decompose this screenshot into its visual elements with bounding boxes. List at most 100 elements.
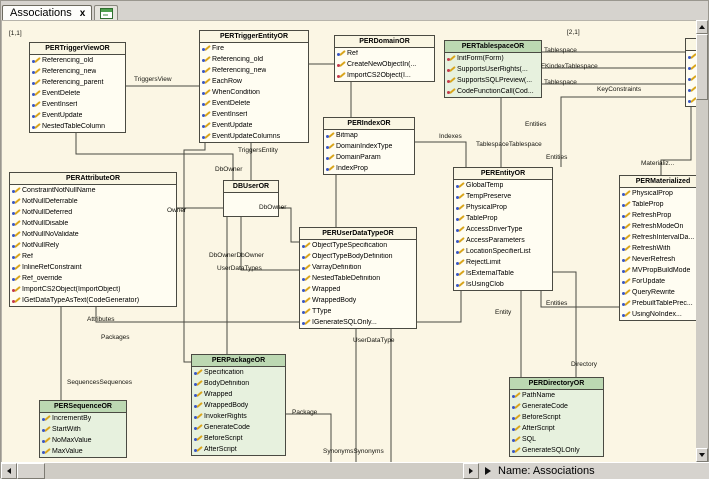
attribute-row[interactable]: EventInsert xyxy=(30,99,125,110)
entity-box-dbuser[interactable]: DBUserOR xyxy=(223,180,279,217)
tab-close-icon[interactable]: x xyxy=(80,9,86,18)
vertical-scrollbar[interactable] xyxy=(696,20,708,462)
attribute-row[interactable]: Ref_override xyxy=(10,273,176,284)
attribute-row[interactable]: RefreshWith xyxy=(620,243,698,254)
attribute-row[interactable]: IncrementBy xyxy=(40,413,126,424)
attribute-row[interactable]: IsExternalTable xyxy=(454,268,552,279)
entity-box-domain[interactable]: PERDomainORRefCreateNewObjectIn(...Impor… xyxy=(334,35,435,82)
attribute-row[interactable]: Ref xyxy=(10,251,176,262)
entity-box-attribute[interactable]: PERAttributeORConstraintNotNullNameNotNu… xyxy=(9,172,177,307)
attribute-row[interactable]: NestedTableColumn xyxy=(30,121,125,132)
attribute-row[interactable]: IGetDataTypeAsText(CodeGenerator) xyxy=(10,295,176,306)
scroll-up-button[interactable] xyxy=(696,20,708,34)
attribute-row[interactable]: NotNullRely xyxy=(10,240,176,251)
attribute-row[interactable]: InlineRefConstraint xyxy=(10,262,176,273)
attribute-row[interactable]: BeforeScript xyxy=(192,433,285,444)
attribute-row[interactable]: Fire xyxy=(200,43,308,54)
entity-box-sequence[interactable]: PERSequenceORIncrementByStartWithNoMaxVa… xyxy=(39,400,127,458)
attribute-row[interactable]: Bitmap xyxy=(324,130,414,141)
attribute-row[interactable]: Wrapped xyxy=(192,389,285,400)
attribute-row[interactable]: Ref xyxy=(335,48,434,59)
attribute-row[interactable]: AfterScript xyxy=(510,423,603,434)
attribute-row[interactable]: Wrapped xyxy=(300,284,416,295)
attribute-row[interactable]: UsingNoIndex... xyxy=(620,309,698,320)
attribute-row[interactable]: Specification xyxy=(192,367,285,378)
attribute-row[interactable]: RejectLimit xyxy=(454,257,552,268)
status-expand-icon[interactable] xyxy=(485,467,491,475)
horizontal-scroll-thumb[interactable] xyxy=(17,463,45,479)
attribute-row[interactable]: ImportCS2Object(I... xyxy=(335,70,434,81)
entity-box-trigger-entity[interactable]: PERTriggerEntityORFireReferencing_oldRef… xyxy=(199,30,309,143)
entity-box-directory[interactable]: PERDirectoryORPathNameGenerateCodeBefore… xyxy=(509,377,604,457)
attribute-row[interactable]: BodyDefinition xyxy=(192,378,285,389)
scroll-down-button[interactable] xyxy=(696,448,708,462)
attribute-row[interactable]: IndexProp xyxy=(324,163,414,174)
attribute-row[interactable]: CodeFunctionCall(Cod... xyxy=(445,86,541,97)
attribute-row[interactable]: PathName xyxy=(510,390,603,401)
attribute-row[interactable]: InvokerRights xyxy=(192,411,285,422)
attribute-row[interactable]: LocationSpecifierList xyxy=(454,246,552,257)
attribute-row[interactable]: NotNullNoValidate xyxy=(10,229,176,240)
attribute-row[interactable]: EventUpdateColumns xyxy=(200,131,308,142)
attribute-row[interactable]: SupportsUserRights(... xyxy=(445,64,541,75)
attribute-row[interactable]: ForUpdate xyxy=(620,276,698,287)
entity-box-trigger-view[interactable]: PERTriggerViewORReferencing_oldReferenci… xyxy=(29,42,126,133)
attribute-row[interactable]: SQL xyxy=(510,434,603,445)
attribute-row[interactable]: AccessDriverType xyxy=(454,224,552,235)
attribute-row[interactable]: PhysicalProp xyxy=(454,202,552,213)
association-line[interactable] xyxy=(561,97,685,167)
attribute-row[interactable]: EventInsert xyxy=(200,109,308,120)
entity-box-userdatatype[interactable]: PERUserDataTypeORObjectTypeSpecification… xyxy=(299,227,417,329)
attribute-row[interactable]: AccessParameters xyxy=(454,235,552,246)
horizontal-scrollbar[interactable] xyxy=(1,463,479,479)
attribute-row[interactable]: EventDelete xyxy=(30,88,125,99)
tab-new-diagram[interactable] xyxy=(94,5,118,20)
attribute-row[interactable]: NotNullDeferrable xyxy=(10,196,176,207)
entity-box-entity[interactable]: PEREntityORGlobalTempTempPreservePhysica… xyxy=(453,167,553,291)
attribute-row[interactable]: PhysicalProp xyxy=(620,188,698,199)
attribute-row[interactable]: WhenCondition xyxy=(200,87,308,98)
attribute-row[interactable]: IGenerateSQLOnly... xyxy=(300,317,416,328)
attribute-row[interactable]: TType xyxy=(300,306,416,317)
vertical-scroll-thumb[interactable] xyxy=(696,34,708,100)
attribute-row[interactable]: EachRow xyxy=(200,76,308,87)
vertical-scroll-track[interactable] xyxy=(696,100,708,448)
entity-box-materialized[interactable]: PERMaterializedPhysicalPropTablePropRefr… xyxy=(619,175,698,321)
attribute-row[interactable]: BeforeScript xyxy=(510,412,603,423)
attribute-row[interactable]: StartWith xyxy=(40,424,126,435)
attribute-row[interactable]: GenerateCode xyxy=(510,401,603,412)
attribute-row[interactable]: MVPropBuildMode xyxy=(620,265,698,276)
attribute-row[interactable]: GlobalTemp xyxy=(454,180,552,191)
association-line[interactable] xyxy=(184,141,205,362)
attribute-row[interactable]: RefreshProp xyxy=(620,210,698,221)
attribute-row[interactable]: RefreshIntervalDa... xyxy=(620,232,698,243)
attribute-row[interactable]: DomainParam xyxy=(324,152,414,163)
attribute-row[interactable]: EventDelete xyxy=(200,98,308,109)
attribute-row[interactable]: Referencing_parent xyxy=(30,77,125,88)
attribute-row[interactable]: TableProp xyxy=(454,213,552,224)
attribute-row[interactable]: ObjectTypeSpecification xyxy=(300,240,416,251)
scroll-right-button[interactable] xyxy=(463,463,479,479)
attribute-row[interactable]: Referencing_new xyxy=(30,66,125,77)
attribute-row[interactable]: CreateNewObjectIn(... xyxy=(335,59,434,70)
association-line[interactable] xyxy=(415,142,466,167)
entity-box-index[interactable]: PERIndexORBitmapDomainIndexTypeDomainPar… xyxy=(323,117,415,175)
attribute-row[interactable]: GenerateSQLOnly xyxy=(510,445,603,456)
attribute-row[interactable]: GenerateCode xyxy=(192,422,285,433)
association-line[interactable] xyxy=(279,208,299,242)
attribute-row[interactable]: WrappedBody xyxy=(192,400,285,411)
horizontal-scroll-track[interactable] xyxy=(45,463,463,479)
attribute-row[interactable]: ObjectTypeBodyDefinition xyxy=(300,251,416,262)
tab-associations[interactable]: Associations x xyxy=(2,5,92,20)
attribute-row[interactable]: TableProp xyxy=(620,199,698,210)
attribute-row[interactable]: Referencing_new xyxy=(200,65,308,76)
attribute-row[interactable]: ImportCS2Object(ImportObject) xyxy=(10,284,176,295)
attribute-row[interactable]: SupportsSQLPreview(... xyxy=(445,75,541,86)
attribute-row[interactable]: Referencing_old xyxy=(30,55,125,66)
attribute-row[interactable]: TempPreserve xyxy=(454,191,552,202)
association-line[interactable] xyxy=(241,216,299,270)
attribute-row[interactable]: IsUsingClob xyxy=(454,279,552,290)
attribute-row[interactable]: NestedTableDefinition xyxy=(300,273,416,284)
entity-box-package[interactable]: PERPackageORSpecificationBodyDefinitionW… xyxy=(191,354,286,456)
attribute-row[interactable]: Referencing_old xyxy=(200,54,308,65)
